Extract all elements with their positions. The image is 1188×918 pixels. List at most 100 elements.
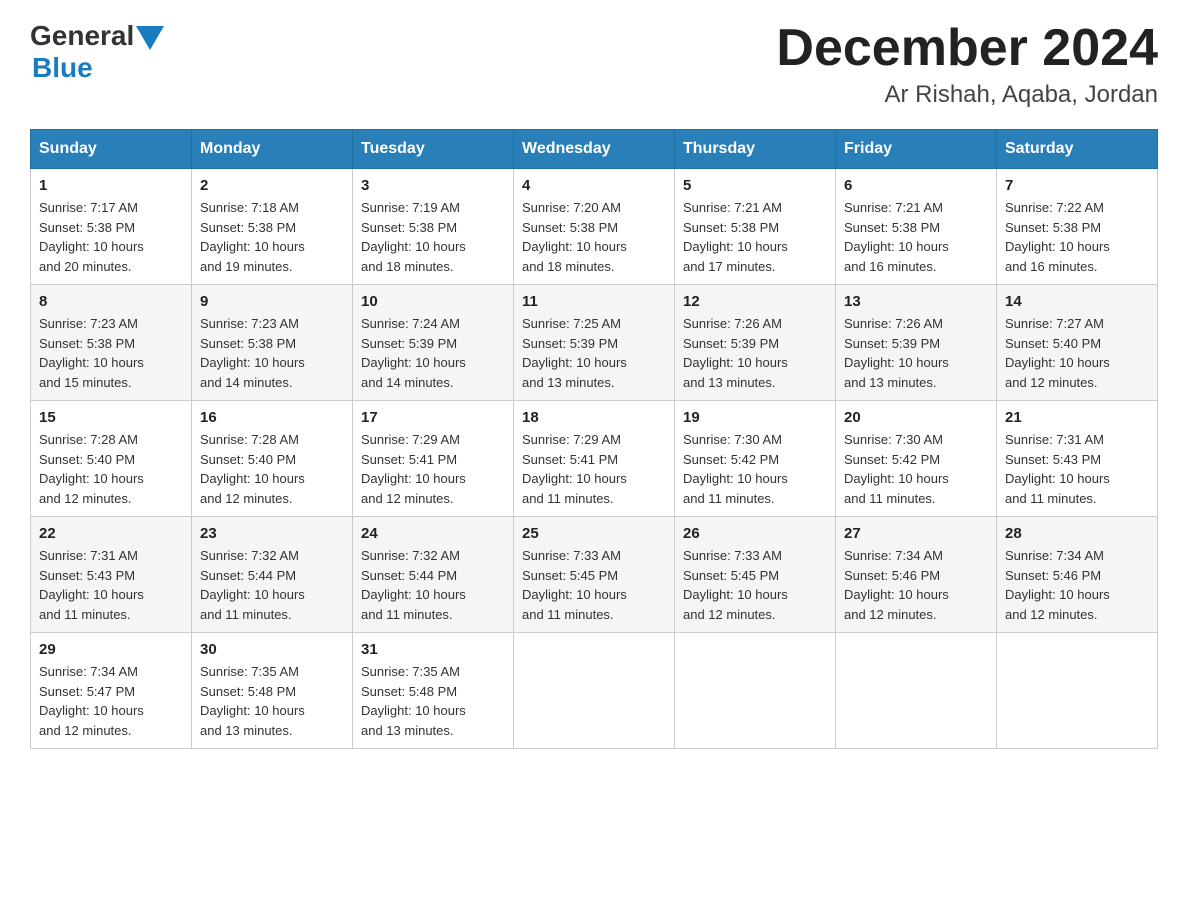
calendar-day-cell: 9 Sunrise: 7:23 AM Sunset: 5:38 PM Dayli…: [192, 285, 353, 401]
day-info: Sunrise: 7:28 AM Sunset: 5:40 PM Dayligh…: [39, 430, 183, 508]
day-info: Sunrise: 7:34 AM Sunset: 5:47 PM Dayligh…: [39, 662, 183, 740]
calendar-day-cell: 11 Sunrise: 7:25 AM Sunset: 5:39 PM Dayl…: [514, 285, 675, 401]
day-number: 21: [1005, 409, 1149, 426]
day-number: 5: [683, 177, 827, 194]
calendar-week-row: 22 Sunrise: 7:31 AM Sunset: 5:43 PM Dayl…: [31, 517, 1158, 633]
calendar-day-cell: [997, 633, 1158, 749]
day-info: Sunrise: 7:33 AM Sunset: 5:45 PM Dayligh…: [683, 546, 827, 624]
day-info: Sunrise: 7:30 AM Sunset: 5:42 PM Dayligh…: [844, 430, 988, 508]
calendar-day-cell: 15 Sunrise: 7:28 AM Sunset: 5:40 PM Dayl…: [31, 401, 192, 517]
calendar-day-cell: 20 Sunrise: 7:30 AM Sunset: 5:42 PM Dayl…: [836, 401, 997, 517]
day-number: 28: [1005, 525, 1149, 542]
day-info: Sunrise: 7:26 AM Sunset: 5:39 PM Dayligh…: [844, 314, 988, 392]
calendar-day-cell: 3 Sunrise: 7:19 AM Sunset: 5:38 PM Dayli…: [353, 169, 514, 285]
weekday-header-tuesday: Tuesday: [353, 130, 514, 169]
day-info: Sunrise: 7:27 AM Sunset: 5:40 PM Dayligh…: [1005, 314, 1149, 392]
day-number: 7: [1005, 177, 1149, 194]
calendar-day-cell: 30 Sunrise: 7:35 AM Sunset: 5:48 PM Dayl…: [192, 633, 353, 749]
calendar-week-row: 29 Sunrise: 7:34 AM Sunset: 5:47 PM Dayl…: [31, 633, 1158, 749]
day-number: 3: [361, 177, 505, 194]
day-info: Sunrise: 7:18 AM Sunset: 5:38 PM Dayligh…: [200, 198, 344, 276]
calendar-day-cell: 4 Sunrise: 7:20 AM Sunset: 5:38 PM Dayli…: [514, 169, 675, 285]
day-number: 2: [200, 177, 344, 194]
calendar-week-row: 15 Sunrise: 7:28 AM Sunset: 5:40 PM Dayl…: [31, 401, 1158, 517]
day-number: 27: [844, 525, 988, 542]
calendar-day-cell: 1 Sunrise: 7:17 AM Sunset: 5:38 PM Dayli…: [31, 169, 192, 285]
calendar-day-cell: 14 Sunrise: 7:27 AM Sunset: 5:40 PM Dayl…: [997, 285, 1158, 401]
calendar-day-cell: 5 Sunrise: 7:21 AM Sunset: 5:38 PM Dayli…: [675, 169, 836, 285]
day-info: Sunrise: 7:25 AM Sunset: 5:39 PM Dayligh…: [522, 314, 666, 392]
day-info: Sunrise: 7:29 AM Sunset: 5:41 PM Dayligh…: [522, 430, 666, 508]
calendar-day-cell: 2 Sunrise: 7:18 AM Sunset: 5:38 PM Dayli…: [192, 169, 353, 285]
day-number: 26: [683, 525, 827, 542]
day-info: Sunrise: 7:29 AM Sunset: 5:41 PM Dayligh…: [361, 430, 505, 508]
day-info: Sunrise: 7:23 AM Sunset: 5:38 PM Dayligh…: [200, 314, 344, 392]
day-number: 23: [200, 525, 344, 542]
calendar-day-cell: [836, 633, 997, 749]
logo-text-general: General: [30, 20, 134, 52]
calendar-day-cell: 7 Sunrise: 7:22 AM Sunset: 5:38 PM Dayli…: [997, 169, 1158, 285]
day-info: Sunrise: 7:21 AM Sunset: 5:38 PM Dayligh…: [844, 198, 988, 276]
day-info: Sunrise: 7:31 AM Sunset: 5:43 PM Dayligh…: [1005, 430, 1149, 508]
calendar-day-cell: 16 Sunrise: 7:28 AM Sunset: 5:40 PM Dayl…: [192, 401, 353, 517]
calendar-week-row: 8 Sunrise: 7:23 AM Sunset: 5:38 PM Dayli…: [31, 285, 1158, 401]
day-info: Sunrise: 7:23 AM Sunset: 5:38 PM Dayligh…: [39, 314, 183, 392]
day-info: Sunrise: 7:21 AM Sunset: 5:38 PM Dayligh…: [683, 198, 827, 276]
weekday-header-friday: Friday: [836, 130, 997, 169]
weekday-header-thursday: Thursday: [675, 130, 836, 169]
day-number: 19: [683, 409, 827, 426]
day-number: 18: [522, 409, 666, 426]
logo-text-blue: Blue: [32, 52, 93, 83]
day-info: Sunrise: 7:22 AM Sunset: 5:38 PM Dayligh…: [1005, 198, 1149, 276]
day-number: 1: [39, 177, 183, 194]
calendar-day-cell: 24 Sunrise: 7:32 AM Sunset: 5:44 PM Dayl…: [353, 517, 514, 633]
day-number: 11: [522, 293, 666, 310]
day-number: 12: [683, 293, 827, 310]
day-number: 15: [39, 409, 183, 426]
day-info: Sunrise: 7:35 AM Sunset: 5:48 PM Dayligh…: [361, 662, 505, 740]
calendar-day-cell: 6 Sunrise: 7:21 AM Sunset: 5:38 PM Dayli…: [836, 169, 997, 285]
weekday-header-saturday: Saturday: [997, 130, 1158, 169]
day-info: Sunrise: 7:32 AM Sunset: 5:44 PM Dayligh…: [200, 546, 344, 624]
day-info: Sunrise: 7:30 AM Sunset: 5:42 PM Dayligh…: [683, 430, 827, 508]
title-section: December 2024 Ar Rishah, Aqaba, Jordan: [776, 20, 1158, 109]
day-number: 30: [200, 641, 344, 658]
calendar-day-cell: 22 Sunrise: 7:31 AM Sunset: 5:43 PM Dayl…: [31, 517, 192, 633]
page-header: General Blue December 2024 Ar Rishah, Aq…: [30, 20, 1158, 109]
calendar-day-cell: 21 Sunrise: 7:31 AM Sunset: 5:43 PM Dayl…: [997, 401, 1158, 517]
day-number: 17: [361, 409, 505, 426]
calendar-day-cell: 26 Sunrise: 7:33 AM Sunset: 5:45 PM Dayl…: [675, 517, 836, 633]
calendar-day-cell: 25 Sunrise: 7:33 AM Sunset: 5:45 PM Dayl…: [514, 517, 675, 633]
calendar-day-cell: 18 Sunrise: 7:29 AM Sunset: 5:41 PM Dayl…: [514, 401, 675, 517]
calendar-day-cell: 17 Sunrise: 7:29 AM Sunset: 5:41 PM Dayl…: [353, 401, 514, 517]
calendar-day-cell: 8 Sunrise: 7:23 AM Sunset: 5:38 PM Dayli…: [31, 285, 192, 401]
calendar-table: SundayMondayTuesdayWednesdayThursdayFrid…: [30, 129, 1158, 749]
day-info: Sunrise: 7:33 AM Sunset: 5:45 PM Dayligh…: [522, 546, 666, 624]
calendar-day-cell: 19 Sunrise: 7:30 AM Sunset: 5:42 PM Dayl…: [675, 401, 836, 517]
calendar-day-cell: 29 Sunrise: 7:34 AM Sunset: 5:47 PM Dayl…: [31, 633, 192, 749]
day-number: 31: [361, 641, 505, 658]
weekday-header-wednesday: Wednesday: [514, 130, 675, 169]
day-number: 16: [200, 409, 344, 426]
logo-triangle-icon: [136, 26, 164, 50]
day-number: 6: [844, 177, 988, 194]
day-number: 8: [39, 293, 183, 310]
logo: General Blue: [30, 20, 164, 84]
day-number: 4: [522, 177, 666, 194]
calendar-day-cell: 27 Sunrise: 7:34 AM Sunset: 5:46 PM Dayl…: [836, 517, 997, 633]
day-info: Sunrise: 7:20 AM Sunset: 5:38 PM Dayligh…: [522, 198, 666, 276]
day-number: 25: [522, 525, 666, 542]
day-number: 10: [361, 293, 505, 310]
calendar-week-row: 1 Sunrise: 7:17 AM Sunset: 5:38 PM Dayli…: [31, 169, 1158, 285]
calendar-header: SundayMondayTuesdayWednesdayThursdayFrid…: [31, 130, 1158, 169]
day-info: Sunrise: 7:35 AM Sunset: 5:48 PM Dayligh…: [200, 662, 344, 740]
calendar-body: 1 Sunrise: 7:17 AM Sunset: 5:38 PM Dayli…: [31, 169, 1158, 749]
calendar-day-cell: 12 Sunrise: 7:26 AM Sunset: 5:39 PM Dayl…: [675, 285, 836, 401]
day-number: 20: [844, 409, 988, 426]
day-number: 9: [200, 293, 344, 310]
day-number: 24: [361, 525, 505, 542]
calendar-day-cell: 23 Sunrise: 7:32 AM Sunset: 5:44 PM Dayl…: [192, 517, 353, 633]
month-title: December 2024: [776, 20, 1158, 77]
day-info: Sunrise: 7:28 AM Sunset: 5:40 PM Dayligh…: [200, 430, 344, 508]
calendar-day-cell: 28 Sunrise: 7:34 AM Sunset: 5:46 PM Dayl…: [997, 517, 1158, 633]
